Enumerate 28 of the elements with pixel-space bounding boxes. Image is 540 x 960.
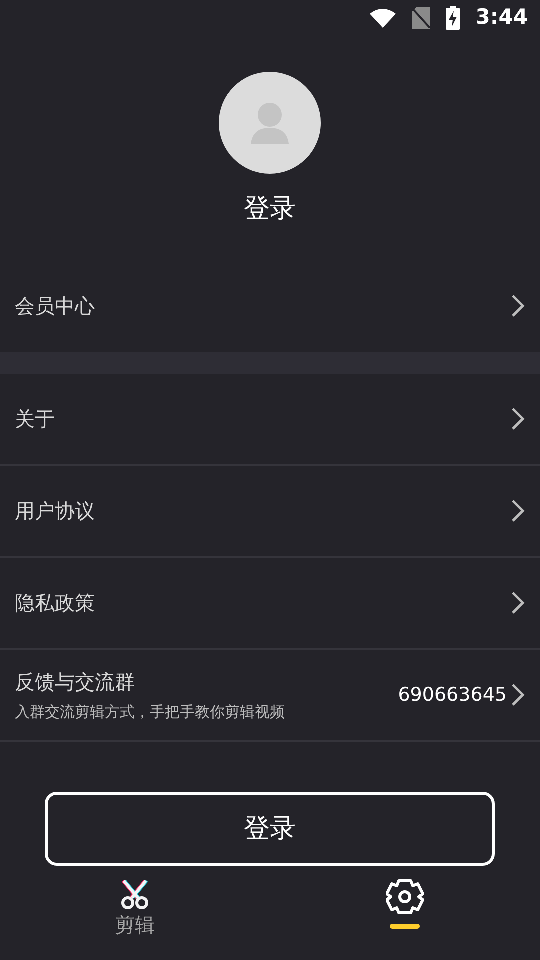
menu-label: 关于 — [15, 406, 55, 433]
menu-label: 用户协议 — [15, 498, 95, 525]
menu-item[interactable]: 用户协议 — [0, 466, 540, 558]
menu-item[interactable]: 反馈与交流群 入群交流剪辑方式，手把手教你剪辑视频 690663645 — [0, 650, 540, 742]
menu-subtitle: 入群交流剪辑方式，手把手教你剪辑视频 — [15, 702, 285, 723]
chevron-right-icon — [511, 294, 525, 318]
no-sim-icon — [412, 7, 430, 29]
tab[interactable]: 剪辑 — [0, 870, 270, 960]
menu-label: 反馈与交流群 — [15, 668, 136, 696]
menu-item[interactable]: 关于 — [0, 374, 540, 466]
tab-indicator — [390, 924, 420, 929]
tab-label: 剪辑 — [115, 912, 155, 939]
chevron-right-icon — [511, 683, 525, 707]
battery-charging-icon — [446, 6, 460, 30]
menu-item[interactable]: 隐私政策 — [0, 558, 540, 650]
chevron-right-icon — [511, 407, 525, 431]
settings-icon — [386, 878, 424, 916]
clock: 3:44 — [476, 4, 528, 32]
person-icon — [251, 102, 289, 144]
chevron-right-icon — [511, 591, 525, 615]
group-number: 690663645 — [398, 682, 507, 708]
login-button[interactable]: 登录 — [45, 792, 495, 866]
menu-label: 会员中心 — [15, 293, 95, 320]
login-link[interactable]: 登录 — [244, 190, 296, 229]
menu-label: 隐私政策 — [15, 590, 95, 617]
wifi-icon — [370, 8, 396, 28]
chevron-right-icon — [511, 499, 525, 523]
menu-item[interactable]: 会员中心 — [0, 260, 540, 352]
